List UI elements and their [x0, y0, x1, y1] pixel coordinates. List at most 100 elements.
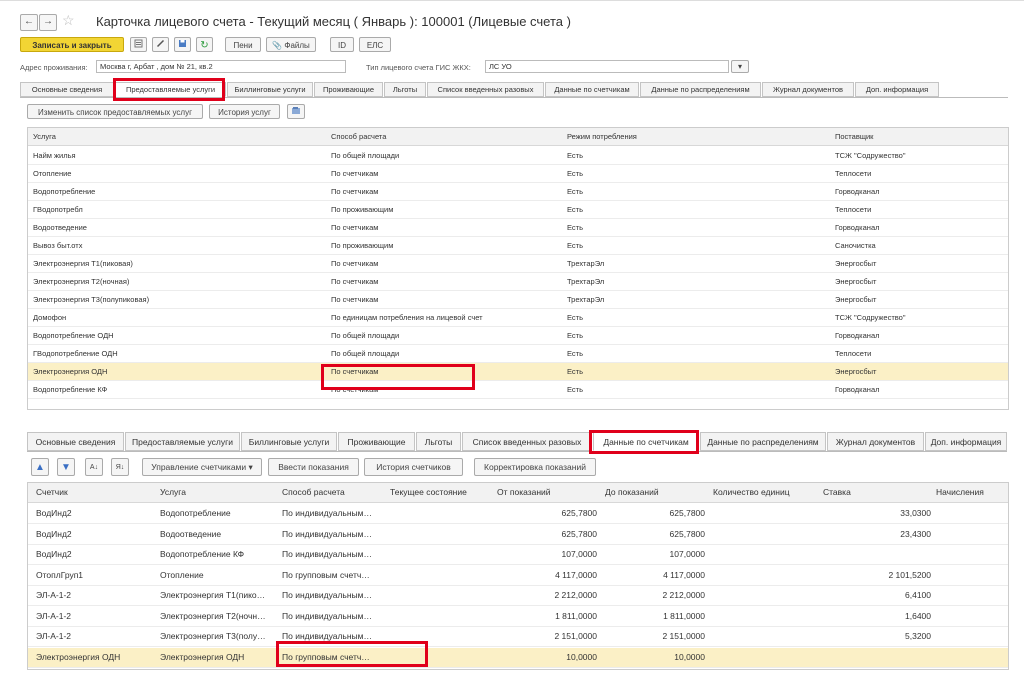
table-row[interactable]: Водопотребление По счетчикам Есть Горводкан… [28, 183, 1008, 201]
back-button[interactable]: ← [20, 14, 38, 31]
table-row[interactable]: Отопление По счетчикам Есть Теплосети [28, 165, 1008, 183]
table-cell: По счетчикам [331, 187, 379, 196]
table-cell: ТСЖ "Содружество" [835, 151, 906, 160]
tab-billing-services[interactable]: Биллинговые услуги [241, 432, 337, 451]
table-cell: Электроэнергия ОДН [33, 367, 108, 376]
table-cell: 625,7800 [561, 528, 597, 539]
table-row[interactable]: Вывоз быт.отх По проживающим Есть Саночистк… [28, 237, 1008, 255]
forward-button[interactable]: → [39, 14, 57, 31]
tab-basic-info[interactable]: Основные сведения [20, 82, 114, 97]
save-icon[interactable] [174, 37, 191, 52]
column-header[interactable]: Количество единиц [713, 483, 813, 502]
manage-meters-dropdown[interactable]: Управление счетчиками ▾ [142, 458, 262, 476]
column-header[interactable]: Текущее состояние [390, 483, 490, 502]
tab-one-time-list[interactable]: Список введенных разовых [427, 82, 544, 97]
sort-ascending-icon[interactable]: A↓ [85, 458, 103, 476]
chevron-down-icon[interactable]: ▾ [731, 60, 749, 73]
change-services-button[interactable]: Изменить список предоставляемых услуг [27, 104, 203, 119]
table-cell [713, 525, 813, 544]
table-cell [936, 545, 1006, 564]
arrow-down-icon[interactable]: ▼ [57, 458, 75, 476]
list-icon[interactable] [130, 37, 147, 52]
table-cell: ТСЖ "Содружество" [835, 313, 906, 322]
column-header[interactable]: Режим потребления [567, 128, 827, 145]
tab-residents[interactable]: Проживающие [338, 432, 415, 451]
tab-benefits[interactable]: Льготы [384, 82, 426, 97]
enter-readings-button[interactable]: Ввести показания [268, 458, 359, 476]
tab-billing-services[interactable]: Биллинговые услуги [227, 82, 313, 97]
column-header[interactable]: Услуга [33, 128, 323, 145]
table-cell [713, 504, 813, 523]
top-divider [0, 0, 1024, 1]
table-row[interactable]: Электроэнергия Т1(пиковая) По счетчикам Тр… [28, 255, 1008, 273]
refresh-icon[interactable]: ↻ [196, 37, 213, 52]
table-row[interactable]: ОтоплГруп1 Отопление По групповым счетч… 4 … [28, 566, 1008, 586]
table-cell [713, 627, 813, 646]
export-icon[interactable] [287, 104, 305, 119]
peni-button[interactable]: Пени [225, 37, 261, 52]
files-button[interactable]: 📎 Файлы [266, 37, 316, 52]
tab-basic-info[interactable]: Основные сведения [27, 432, 124, 451]
tab-meter-data[interactable]: Данные по счетчикам [545, 82, 639, 97]
edit-icon[interactable] [152, 37, 169, 52]
tab-document-log[interactable]: Журнал документов [827, 432, 924, 451]
tab-benefits[interactable]: Льготы [416, 432, 461, 451]
arrow-up-icon[interactable]: ▲ [31, 458, 49, 476]
table-row[interactable]: Домофон По единицам потребления на лицево… [28, 309, 1008, 327]
table-cell: Электроэнергия Т3(полу… [160, 631, 266, 641]
tab-residents[interactable]: Проживающие [314, 82, 383, 97]
column-header[interactable]: Начисления [936, 483, 1006, 502]
column-header[interactable]: Способ расчета [331, 128, 561, 145]
table-row[interactable]: ЭЛ-А-1-2 Электроэнергия Т2(ночн… По индиви… [28, 607, 1008, 627]
table-cell: 107,0000 [669, 549, 705, 559]
tab-one-time-list[interactable]: Список введенных разовых [462, 432, 592, 451]
table-cell: Электроэнергия Т2(ночн… [160, 610, 266, 621]
star-icon[interactable]: ☆ [62, 12, 75, 29]
sort-descending-icon[interactable]: Я↓ [111, 458, 129, 476]
tab-distribution-data[interactable]: Данные по распределениям [640, 82, 761, 97]
tab-provided-services[interactable]: Предоставляемые услуги [125, 432, 240, 451]
table-cell [713, 566, 813, 585]
column-header[interactable]: До показаний [605, 483, 705, 502]
table-cell: Найм жилья [33, 151, 76, 160]
column-header[interactable]: Ставка [823, 483, 923, 502]
services-history-button[interactable]: История услуг [209, 104, 280, 119]
highlight-box [113, 78, 225, 101]
tab-extra-info[interactable]: Доп. информация [855, 82, 939, 97]
correct-readings-button[interactable]: Корректировка показаний [474, 458, 596, 476]
meters-history-button[interactable]: История счетчиков [364, 458, 463, 476]
table-row[interactable]: Водопотребление КФ По счетчикам Есть Горвод… [28, 381, 1008, 399]
table-row[interactable]: ЭЛ-А-1-2 Электроэнергия Т3(полу… По индиви… [28, 627, 1008, 647]
tab-extra-info[interactable]: Доп. информация [925, 432, 1007, 451]
table-cell: По групповым счетч… [282, 569, 370, 580]
table-cell [713, 586, 813, 605]
table-row[interactable]: Водопотребление ОДН По общей площади Есть Г… [28, 327, 1008, 345]
column-header[interactable]: Услуга [160, 483, 272, 502]
table-row[interactable]: Электроэнергия ОДН По счетчикам Есть Энерго… [28, 363, 1008, 381]
table-cell [713, 545, 813, 564]
table-cell: Есть [567, 349, 584, 358]
save-close-button[interactable]: Записать и закрыть [20, 37, 124, 52]
table-row[interactable]: ВодИнд2 Водопотребление По индивидуальным…… [28, 504, 1008, 524]
table-row[interactable]: ГВодопотребл По проживающим Есть Теплосети [28, 201, 1008, 219]
table-row[interactable]: Электроэнергия Т3(полупиковая) По счетчик… [28, 291, 1008, 309]
gis-type-field[interactable]: ЛС УО [485, 60, 729, 73]
column-header[interactable]: Поставщик [835, 128, 995, 145]
els-button[interactable]: ЕЛС [359, 37, 391, 52]
table-cell: 2 101,5200 [888, 569, 931, 580]
table-row[interactable]: Водоотведение По счетчикам Есть Горводканал [28, 219, 1008, 237]
table-row[interactable]: ВодИнд2 Водоотведение По индивидуальным… 62… [28, 525, 1008, 545]
column-header[interactable]: Способ расчета [282, 483, 380, 502]
address-field[interactable]: Москва г, Арбат , дом № 21, кв.2 [96, 60, 346, 73]
table-row[interactable]: ГВодопотребление ОДН По общей площади Есть… [28, 345, 1008, 363]
table-row[interactable]: Электроэнергия Т2(ночная) По счетчикам Тре… [28, 273, 1008, 291]
column-header[interactable]: Счетчик [36, 483, 146, 502]
table-row[interactable]: ЭЛ-А-1-2 Электроэнергия Т1(пико… По индиви… [28, 586, 1008, 606]
table-row[interactable]: Найм жилья По общей площади Есть ТСЖ "Содру… [28, 147, 1008, 165]
tab-document-log[interactable]: Журнал документов [762, 82, 854, 97]
table-row[interactable]: ВодИнд2 Водопотребление КФ По индивидуальн… [28, 545, 1008, 565]
table-row[interactable]: Электроэнергия ОДН Электроэнергия ОДН По г… [28, 647, 1008, 668]
tab-distribution-data[interactable]: Данные по распределениям [700, 432, 826, 451]
id-button[interactable]: ID [330, 37, 354, 52]
column-header[interactable]: От показаний [497, 483, 597, 502]
